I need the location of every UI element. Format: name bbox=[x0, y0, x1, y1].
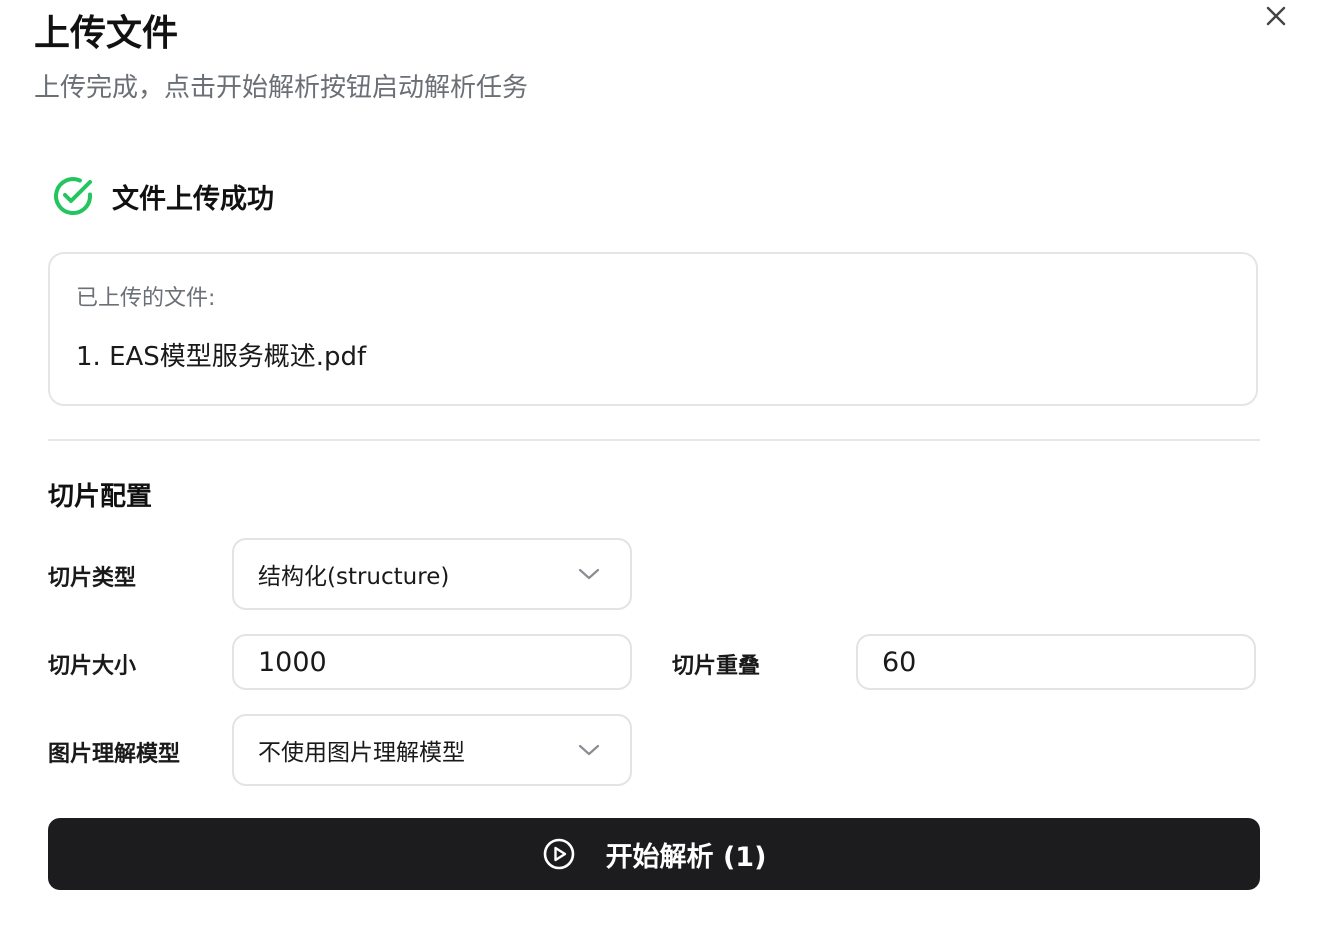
chunk-overlap-label: 切片重叠 bbox=[672, 654, 761, 679]
uploaded-file-item: 1. EAS模型服务概述.pdf bbox=[76, 342, 367, 372]
dialog-title: 上传文件 bbox=[34, 13, 179, 54]
chunk-size-field[interactable] bbox=[232, 634, 632, 690]
uploaded-files-label: 已上传的文件: bbox=[76, 286, 216, 311]
start-parse-label: 开始解析 (1) bbox=[605, 841, 767, 873]
upload-success-row: 文件上传成功 bbox=[50, 172, 274, 220]
chevron-down-icon bbox=[578, 744, 600, 756]
play-circle-icon bbox=[543, 838, 574, 870]
chunk-size-label: 切片大小 bbox=[48, 654, 137, 679]
chunk-overlap-field[interactable] bbox=[856, 634, 1256, 690]
close-button[interactable] bbox=[1262, 2, 1290, 30]
chunk-overlap-input[interactable] bbox=[858, 636, 1254, 688]
chunk-type-value: 结构化(structure) bbox=[258, 564, 450, 590]
check-circle-icon bbox=[54, 177, 92, 216]
chunk-config-title: 切片配置 bbox=[48, 482, 153, 512]
image-model-select[interactable]: 不使用图片理解模型 bbox=[232, 714, 632, 786]
start-parse-button[interactable]: 开始解析 (1) bbox=[48, 818, 1260, 890]
uploaded-files-panel: 已上传的文件: 1. EAS模型服务概述.pdf bbox=[48, 252, 1258, 406]
dialog-subtitle: 上传完成，点击开始解析按钮启动解析任务 bbox=[34, 73, 529, 103]
close-icon bbox=[1266, 6, 1286, 26]
image-model-label: 图片理解模型 bbox=[48, 742, 181, 767]
chunk-type-select[interactable]: 结构化(structure) bbox=[232, 538, 632, 610]
divider bbox=[48, 439, 1260, 441]
chunk-type-label: 切片类型 bbox=[48, 566, 137, 591]
upload-success-text: 文件上传成功 bbox=[112, 183, 274, 215]
chevron-down-icon bbox=[578, 568, 600, 580]
upload-dialog: 上传文件 上传完成，点击开始解析按钮启动解析任务 文件上传成功 已上传的文件: … bbox=[0, 0, 1318, 928]
chunk-size-input[interactable] bbox=[234, 636, 630, 688]
image-model-value: 不使用图片理解模型 bbox=[258, 740, 465, 766]
